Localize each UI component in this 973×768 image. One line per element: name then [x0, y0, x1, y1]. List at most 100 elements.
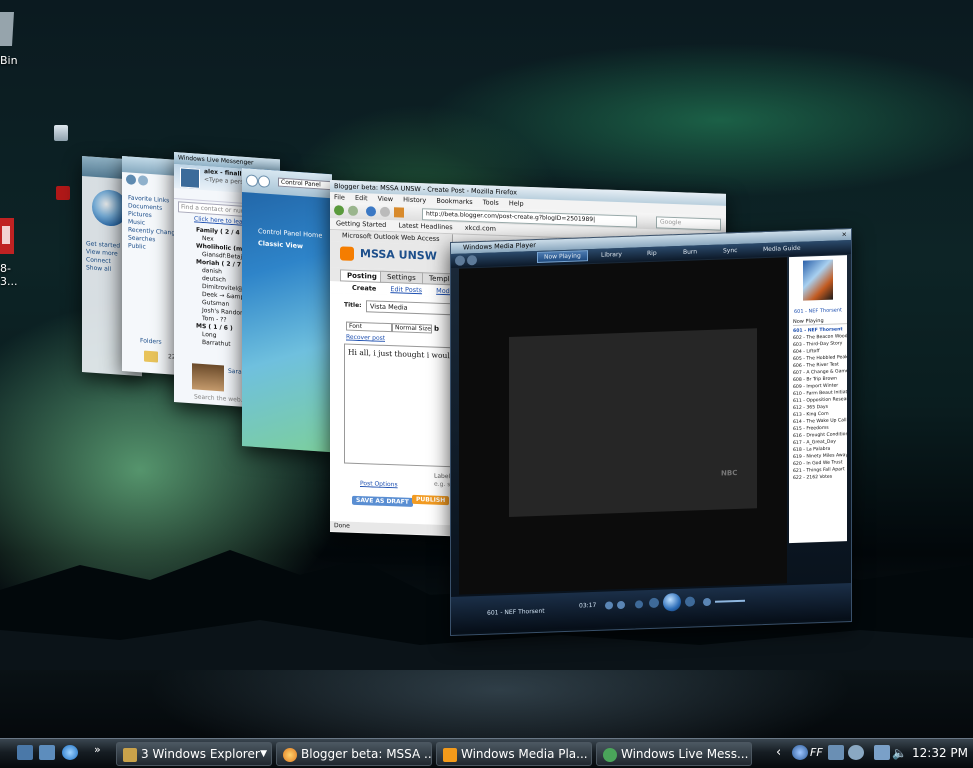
play-pause-button[interactable]	[663, 592, 681, 612]
reload-button[interactable]	[366, 206, 376, 217]
title-label: Title:	[344, 301, 362, 310]
messenger-icon	[603, 747, 617, 762]
control-panel-window[interactable]: Control Panel Control Panel Home Classic…	[242, 168, 332, 453]
taskbar-button-firefox[interactable]: Blogger beta: MSSA ...	[276, 742, 432, 766]
wmp-back-icon[interactable]	[455, 255, 465, 266]
taskbar-explorer-label: 3 Windows Explorer	[141, 747, 260, 761]
shortcut-glyph-icon	[0, 218, 14, 254]
folders-label[interactable]: Folders	[140, 337, 162, 346]
stop-button[interactable]	[380, 206, 390, 218]
bookmark-getting-started[interactable]: Getting Started	[336, 219, 386, 229]
cp-address-bar[interactable]: Control Panel	[278, 177, 332, 191]
tray-update-icon[interactable]	[828, 745, 844, 760]
tray-chevron-icon[interactable]: ‹	[776, 742, 781, 764]
tray-network-icon[interactable]	[874, 745, 890, 760]
tab-library[interactable]: Library	[601, 251, 622, 259]
subtab-create[interactable]: Create	[352, 284, 376, 293]
bin-glyph-icon	[0, 12, 14, 46]
publish-button[interactable]: PUBLISH	[412, 494, 450, 506]
bookmark-xkcd[interactable]: xkcd.com	[465, 224, 496, 233]
bookmark-latest-headlines[interactable]: Latest Headlines	[398, 221, 452, 231]
menu-view[interactable]: View	[378, 195, 393, 204]
language-indicator[interactable]: FF	[810, 742, 823, 764]
chevron-down-icon[interactable]: ▼	[260, 743, 267, 765]
internet-explorer-icon[interactable]	[62, 745, 78, 760]
clock[interactable]: 12:32 PM	[912, 742, 968, 764]
tab-media-guide[interactable]: Media Guide	[763, 245, 801, 253]
subtab-edit-posts[interactable]: Edit Posts	[390, 285, 422, 294]
tab-now-playing[interactable]: Now Playing	[537, 250, 588, 263]
taskbar-button-explorer[interactable]: 3 Windows Explorer ▼	[116, 742, 272, 766]
search-box[interactable]: Google	[656, 216, 721, 231]
tray-security-icon[interactable]	[848, 745, 864, 760]
cp-back-icon[interactable]	[246, 174, 258, 188]
desktop: Bin 8-3... Get started View more Connect…	[0, 0, 973, 738]
post-body-text: Hi all, i just thought i would upload	[348, 347, 464, 362]
tray-network-globe-icon[interactable]	[792, 745, 808, 760]
font-select[interactable]: Font	[346, 321, 392, 333]
user-avatar[interactable]	[180, 167, 200, 189]
shortcut-label: 8-3...	[0, 262, 18, 288]
volume-slider[interactable]	[715, 599, 745, 603]
post-body[interactable]: Hi all, i just thought i would upload	[344, 343, 464, 468]
post-options-link[interactable]: Post Options	[360, 480, 398, 488]
app-small-icon	[56, 186, 70, 200]
menu-bookmarks[interactable]: Bookmarks	[436, 197, 472, 206]
quicklaunch-chevron-icon[interactable]: »	[94, 743, 101, 756]
wmp-title: Windows Media Player	[463, 241, 536, 252]
previous-icon[interactable]	[649, 597, 659, 609]
mute-icon[interactable]	[703, 597, 711, 607]
switch-windows-icon[interactable]	[39, 745, 55, 760]
menu-file[interactable]: File	[334, 193, 345, 201]
playlist-header[interactable]: Now Playing	[793, 317, 847, 327]
blog-name: MSSA UNSW	[360, 247, 437, 263]
tab-sync[interactable]: Sync	[723, 247, 737, 255]
back-button[interactable]	[334, 205, 344, 216]
show-desktop-icon[interactable]	[17, 745, 33, 760]
shortcut-icon[interactable]: 8-3...	[0, 218, 18, 288]
recover-post-link[interactable]: Recover post	[346, 334, 385, 342]
taskbar-messenger-label: Windows Live Mess...	[621, 747, 749, 761]
playlist-pane: 601 - NEF Thorsent Now Playing 601 - NEF…	[789, 255, 847, 544]
cp-forward-icon[interactable]	[258, 175, 270, 188]
shuffle-icon[interactable]	[605, 601, 613, 610]
home-button[interactable]	[394, 207, 404, 218]
tab-posting[interactable]: Posting	[340, 269, 384, 283]
taskbar-button-messenger[interactable]: Windows Live Mess...	[596, 742, 752, 766]
menu-help[interactable]: Help	[509, 199, 524, 208]
track-list: 601 - NEF Thorsent 602 - The Beacon Wood…	[789, 326, 847, 482]
menu-tools[interactable]: Tools	[483, 198, 499, 207]
wmp-forward-icon[interactable]	[467, 255, 477, 266]
nav-forward-icon[interactable]	[138, 175, 148, 186]
repeat-icon[interactable]	[617, 600, 625, 610]
recycle-bin-label: Bin	[0, 54, 18, 67]
taskbar: » 3 Windows Explorer ▼ Blogger beta: MSS…	[0, 738, 973, 768]
nav-back-icon[interactable]	[126, 174, 136, 185]
title-input[interactable]: Vista Media	[366, 300, 461, 316]
stop-icon[interactable]	[635, 600, 643, 609]
next-icon[interactable]	[685, 596, 695, 607]
cp-titlebar[interactable]: Control Panel	[242, 168, 332, 199]
menu-edit[interactable]: Edit	[355, 194, 368, 202]
track-item[interactable]: 622 - 2162 Votes	[793, 473, 847, 482]
taskbar-button-media-player[interactable]: Windows Media Pla...	[436, 742, 592, 766]
close-icon[interactable]: ×	[842, 229, 847, 240]
video-area[interactable]: NBC	[459, 257, 787, 595]
menu-history[interactable]: History	[403, 196, 426, 205]
profile-photo	[192, 363, 224, 392]
volume-icon[interactable]: 🔈	[892, 742, 907, 764]
tab-rip[interactable]: Rip	[647, 250, 657, 257]
bold-button[interactable]: b	[434, 325, 439, 333]
nbc-watermark: NBC	[721, 468, 738, 478]
video-frame	[509, 328, 757, 517]
recycle-bin-icon[interactable]: Bin	[0, 8, 18, 67]
folder-icon	[123, 747, 137, 762]
save-draft-button[interactable]: SAVE AS DRAFT	[352, 495, 413, 507]
size-select[interactable]: Normal Size	[392, 323, 432, 334]
forward-button[interactable]	[348, 205, 358, 216]
album-caption: 601 - NEF Thorsent	[793, 307, 843, 315]
tab-settings[interactable]: Settings	[380, 270, 423, 285]
media-player-window[interactable]: Windows Media Player × Now Playing Libra…	[450, 227, 852, 636]
firefox-icon	[283, 747, 297, 762]
tab-burn[interactable]: Burn	[683, 248, 697, 255]
